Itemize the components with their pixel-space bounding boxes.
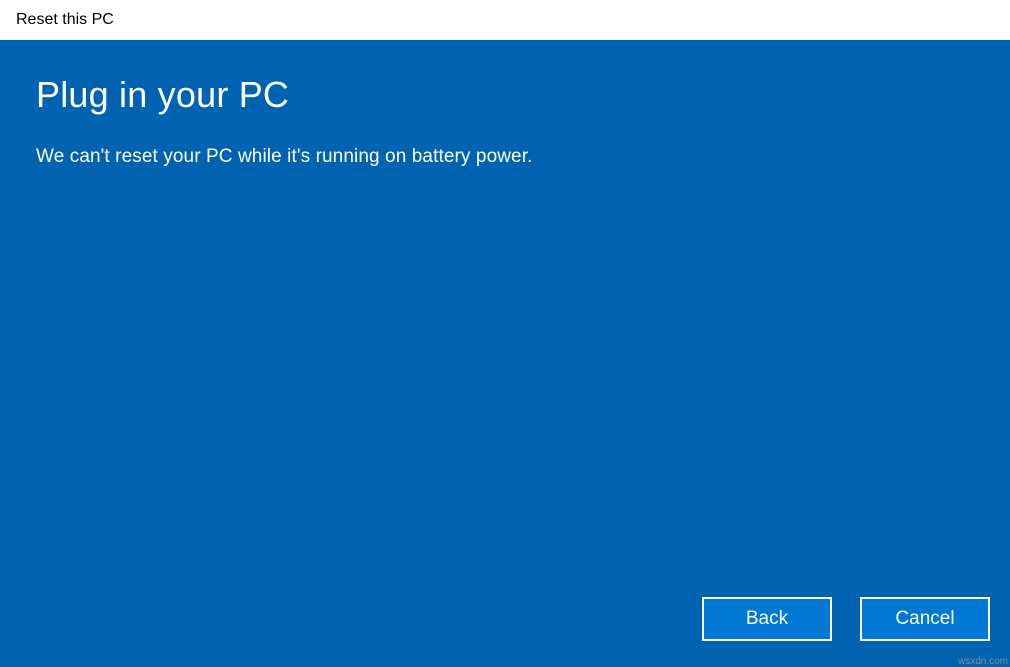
title-bar: Reset this PC	[0, 0, 1010, 40]
cancel-button[interactable]: Cancel	[860, 597, 990, 641]
watermark: wsxdn.com	[958, 656, 1008, 667]
button-row: Back Cancel	[702, 597, 990, 641]
body-text: We can't reset your PC while it's runnin…	[36, 146, 974, 168]
window-title: Reset this PC	[16, 11, 114, 29]
back-button[interactable]: Back	[702, 597, 832, 641]
content-panel: Plug in your PC We can't reset your PC w…	[0, 40, 1010, 667]
page-heading: Plug in your PC	[36, 74, 974, 116]
